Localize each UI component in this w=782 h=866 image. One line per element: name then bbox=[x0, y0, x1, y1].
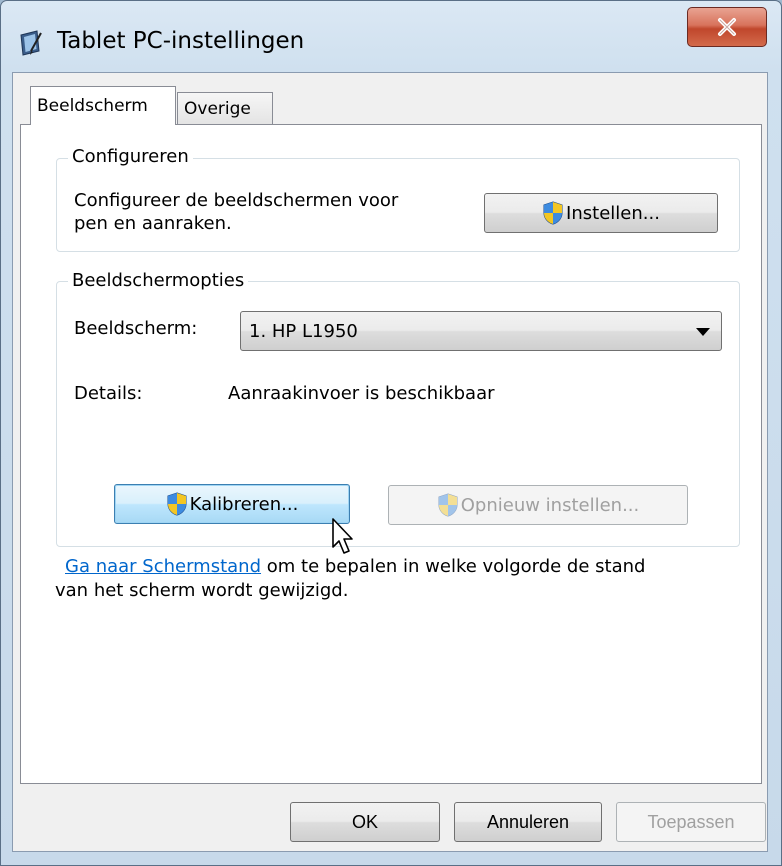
uac-shield-icon bbox=[438, 493, 458, 517]
orientation-note-text: om te bepalen in welke volgorde de stand bbox=[261, 556, 646, 577]
tab-label: Overige bbox=[184, 98, 251, 119]
cancel-button-label: Annuleren bbox=[486, 811, 570, 832]
uac-shield-icon bbox=[543, 201, 563, 225]
apply-button-label: Toepassen bbox=[647, 811, 735, 832]
configure-description-line1: Configureer de beeldschermen voor bbox=[74, 190, 399, 211]
close-button[interactable] bbox=[687, 7, 767, 47]
mouse-pointer-icon bbox=[332, 518, 353, 554]
window-title: Tablet PC-instellingen bbox=[57, 28, 305, 54]
chevron-down-icon bbox=[696, 328, 710, 336]
display-label: Beeldscherm: bbox=[74, 318, 198, 339]
setup-button-label: Instellen... bbox=[566, 202, 660, 224]
display-select[interactable]: 1. HP L1950 bbox=[240, 311, 722, 351]
cancel-button[interactable]: Annuleren bbox=[454, 802, 602, 842]
tab-beeldscherm[interactable]: Beeldscherm bbox=[30, 86, 176, 125]
calibrate-button-label: Kalibreren... bbox=[189, 493, 299, 515]
display-select-value: 1. HP L1950 bbox=[249, 321, 358, 342]
details-value: Aanraakinvoer is beschikbaar bbox=[228, 383, 495, 404]
apply-button[interactable]: Toepassen bbox=[616, 802, 766, 842]
configure-description-line2: pen en aanraken. bbox=[74, 213, 232, 234]
screen-orientation-link[interactable]: Ga naar Schermstand bbox=[65, 556, 261, 577]
details-label: Details: bbox=[74, 383, 143, 404]
uac-shield-icon bbox=[167, 492, 187, 516]
close-icon bbox=[718, 18, 736, 36]
orientation-note-line2: van het scherm wordt gewijzigd. bbox=[55, 580, 349, 601]
tab-overige[interactable]: Overige bbox=[177, 92, 273, 124]
tablet-pc-icon bbox=[20, 30, 42, 56]
display-options-legend: Beeldschermopties bbox=[68, 270, 249, 291]
calibrate-button[interactable]: Kalibreren... bbox=[114, 484, 350, 524]
orientation-note-line1: Ga naar Schermstand om te bepalen in wel… bbox=[65, 556, 645, 578]
reset-button[interactable]: Opnieuw instellen... bbox=[388, 485, 688, 525]
setup-button[interactable]: Instellen... bbox=[484, 193, 718, 233]
ok-button[interactable]: OK bbox=[290, 802, 440, 842]
title-bar[interactable]: Tablet PC-instellingen bbox=[1, 1, 781, 71]
ok-button-label: OK bbox=[351, 811, 378, 832]
tab-label: Beeldscherm bbox=[37, 96, 148, 116]
configure-group-legend: Configureren bbox=[68, 146, 193, 167]
reset-button-label: Opnieuw instellen... bbox=[460, 494, 640, 516]
